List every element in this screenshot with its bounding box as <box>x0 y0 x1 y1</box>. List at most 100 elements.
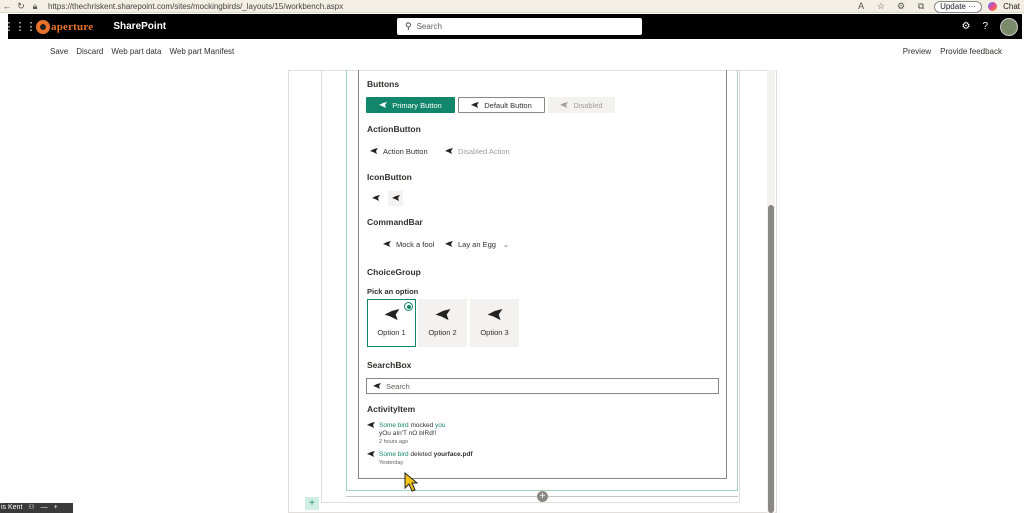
disabled-action-label: Disabled Action <box>458 147 510 156</box>
mouse-cursor-icon <box>404 471 419 497</box>
web-part-data-button[interactable]: Web part data <box>111 47 161 56</box>
bird-icon <box>391 195 400 202</box>
bird-icon <box>435 309 450 321</box>
activity-time: 2 hours ago <box>379 439 409 445</box>
icon-button[interactable] <box>368 191 383 206</box>
app-title[interactable]: SharePoint <box>113 21 166 32</box>
bird-icon <box>367 422 375 429</box>
command-label: Lay an Egg <box>458 240 496 249</box>
choice-option-1[interactable]: Option 1 <box>367 299 416 347</box>
activity-target[interactable]: yourface.pdf <box>434 451 473 458</box>
primary-button[interactable]: Primary Button <box>366 97 455 113</box>
activity-item: Some bird mocked you yOu aIn'T nO bIRd!!… <box>367 422 446 446</box>
searchbox-placeholder: Search <box>386 381 410 391</box>
update-button[interactable]: Update ··· <box>934 0 983 13</box>
people-icon: ⚇ <box>28 504 35 511</box>
waffle-icon[interactable]: ⋮⋮⋮ <box>4 14 37 39</box>
avatar[interactable] <box>1000 17 1018 36</box>
choicegroup-heading: ChoiceGroup <box>367 267 421 277</box>
actionbutton-heading: ActionButton <box>367 124 421 134</box>
search-placeholder: Search <box>416 22 442 31</box>
action-button[interactable]: Action Button <box>370 147 428 156</box>
lock-icon[interactable]: 🔒︎ <box>28 0 42 13</box>
bird-icon <box>384 309 399 321</box>
aperture-logo-icon <box>36 19 50 34</box>
command-label: Mock a fool <box>396 240 435 249</box>
copilot-icon[interactable] <box>988 2 998 11</box>
choice-group-label: Pick an option <box>367 287 419 296</box>
disabled-action-button[interactable]: Disabled Action <box>445 147 510 156</box>
bird-icon <box>471 101 480 109</box>
chat-button[interactable]: Chat <box>1003 2 1020 11</box>
update-label: Update <box>940 1 966 11</box>
default-button[interactable]: Default Button <box>458 97 545 113</box>
add-webpart-icon[interactable]: + <box>537 491 548 502</box>
read-aloud-icon[interactable]: A <box>854 0 868 13</box>
brand-name: aperture <box>51 20 94 33</box>
activity-verb: mocked <box>410 422 434 429</box>
bird-icon <box>560 101 569 109</box>
buttons-heading: Buttons <box>367 79 400 89</box>
workbench-command-bar: Save Discard Web part data Web part Mani… <box>0 40 1024 62</box>
workbench-left-commands: Save Discard Web part data Web part Mani… <box>50 47 234 56</box>
browser-actions: A ☆ ⚙ ⧉ Update ··· Chat <box>854 0 1020 13</box>
bird-icon <box>370 148 378 155</box>
chevron-down-icon: ⌄ <box>502 241 509 249</box>
activity-comment: yOu aIn'T nO bIRd!! <box>379 430 437 437</box>
address-bar[interactable]: https://thechriskent.sharepoint.com/site… <box>48 2 343 11</box>
command-lay-an-egg[interactable]: Lay an Egg ⌄ <box>445 240 509 249</box>
default-button-label: Default Button <box>484 100 532 110</box>
bird-icon <box>379 101 388 109</box>
activityitem-heading: ActivityItem <box>367 404 416 414</box>
iconbutton-heading: IconButton <box>367 172 412 182</box>
web-part-manifest-button[interactable]: Web part Manifest <box>169 47 234 56</box>
preview-button[interactable]: Preview <box>903 47 931 56</box>
choice-option-3[interactable]: Option 3 <box>470 299 519 347</box>
scrollbar[interactable] <box>767 70 775 513</box>
searchbox-heading: SearchBox <box>367 360 412 370</box>
bird-icon <box>383 241 391 248</box>
search-input[interactable]: ⚲ Search <box>397 18 642 35</box>
searchbox-input[interactable]: Search <box>366 378 719 394</box>
disabled-button[interactable]: Disabled <box>548 97 615 113</box>
provide-feedback-button[interactable]: Provide feedback <box>940 47 1002 56</box>
extensions-icon[interactable]: ⚙ <box>894 0 908 13</box>
browser-toolbar: ← ↻ 🔒︎ https://thechriskent.sharepoint.c… <box>0 0 1024 13</box>
activity-time: Yesterday <box>379 460 404 466</box>
radio-selected-icon <box>404 302 413 311</box>
bird-icon <box>445 148 453 155</box>
choice-option-label: Option 1 <box>377 328 406 337</box>
add-section-icon[interactable]: + <box>305 497 319 510</box>
icon-button-hovered[interactable] <box>388 191 403 206</box>
choice-option-label: Option 2 <box>428 328 457 337</box>
participant-name: is Kent <box>1 504 23 511</box>
refresh-icon[interactable]: ↻ <box>14 0 28 13</box>
search-icon: ⚲ <box>405 21 412 31</box>
suite-actions: ⚙ ? <box>961 14 1018 39</box>
choice-option-label: Option 3 <box>480 328 509 337</box>
workbench-right-commands: Preview Provide feedback <box>903 47 1002 56</box>
plus-icon[interactable]: + <box>54 503 58 513</box>
action-button-label: Action Button <box>383 147 428 156</box>
primary-button-label: Primary Button <box>392 100 442 110</box>
disabled-button-label: Disabled <box>573 100 603 110</box>
bird-icon <box>371 195 380 202</box>
activity-target[interactable]: you <box>435 422 445 429</box>
favorite-icon[interactable]: ☆ <box>874 0 888 13</box>
settings-icon[interactable]: ⚙ <box>961 21 970 32</box>
minimize-icon[interactable]: — <box>41 503 48 513</box>
collections-icon[interactable]: ⧉ <box>914 0 928 13</box>
help-icon[interactable]: ? <box>982 21 988 32</box>
save-button[interactable]: Save <box>50 47 68 56</box>
choice-option-2[interactable]: Option 2 <box>418 299 467 347</box>
activity-actor[interactable]: Some bird <box>379 451 409 458</box>
command-mock-a-fool[interactable]: Mock a fool <box>383 240 434 249</box>
scrollbar-thumb[interactable] <box>768 205 774 513</box>
activity-actor[interactable]: Some bird <box>379 422 409 429</box>
suite-bar: ⋮⋮⋮ aperture SharePoint ⚲ Search ⚙ ? <box>4 14 1022 39</box>
video-participant-chip[interactable]: is Kent ⚇ — + <box>0 503 73 513</box>
back-icon[interactable]: ← <box>0 0 14 13</box>
brand-logo[interactable]: aperture <box>36 19 94 34</box>
discard-button[interactable]: Discard <box>76 47 103 56</box>
bird-icon <box>445 241 453 248</box>
